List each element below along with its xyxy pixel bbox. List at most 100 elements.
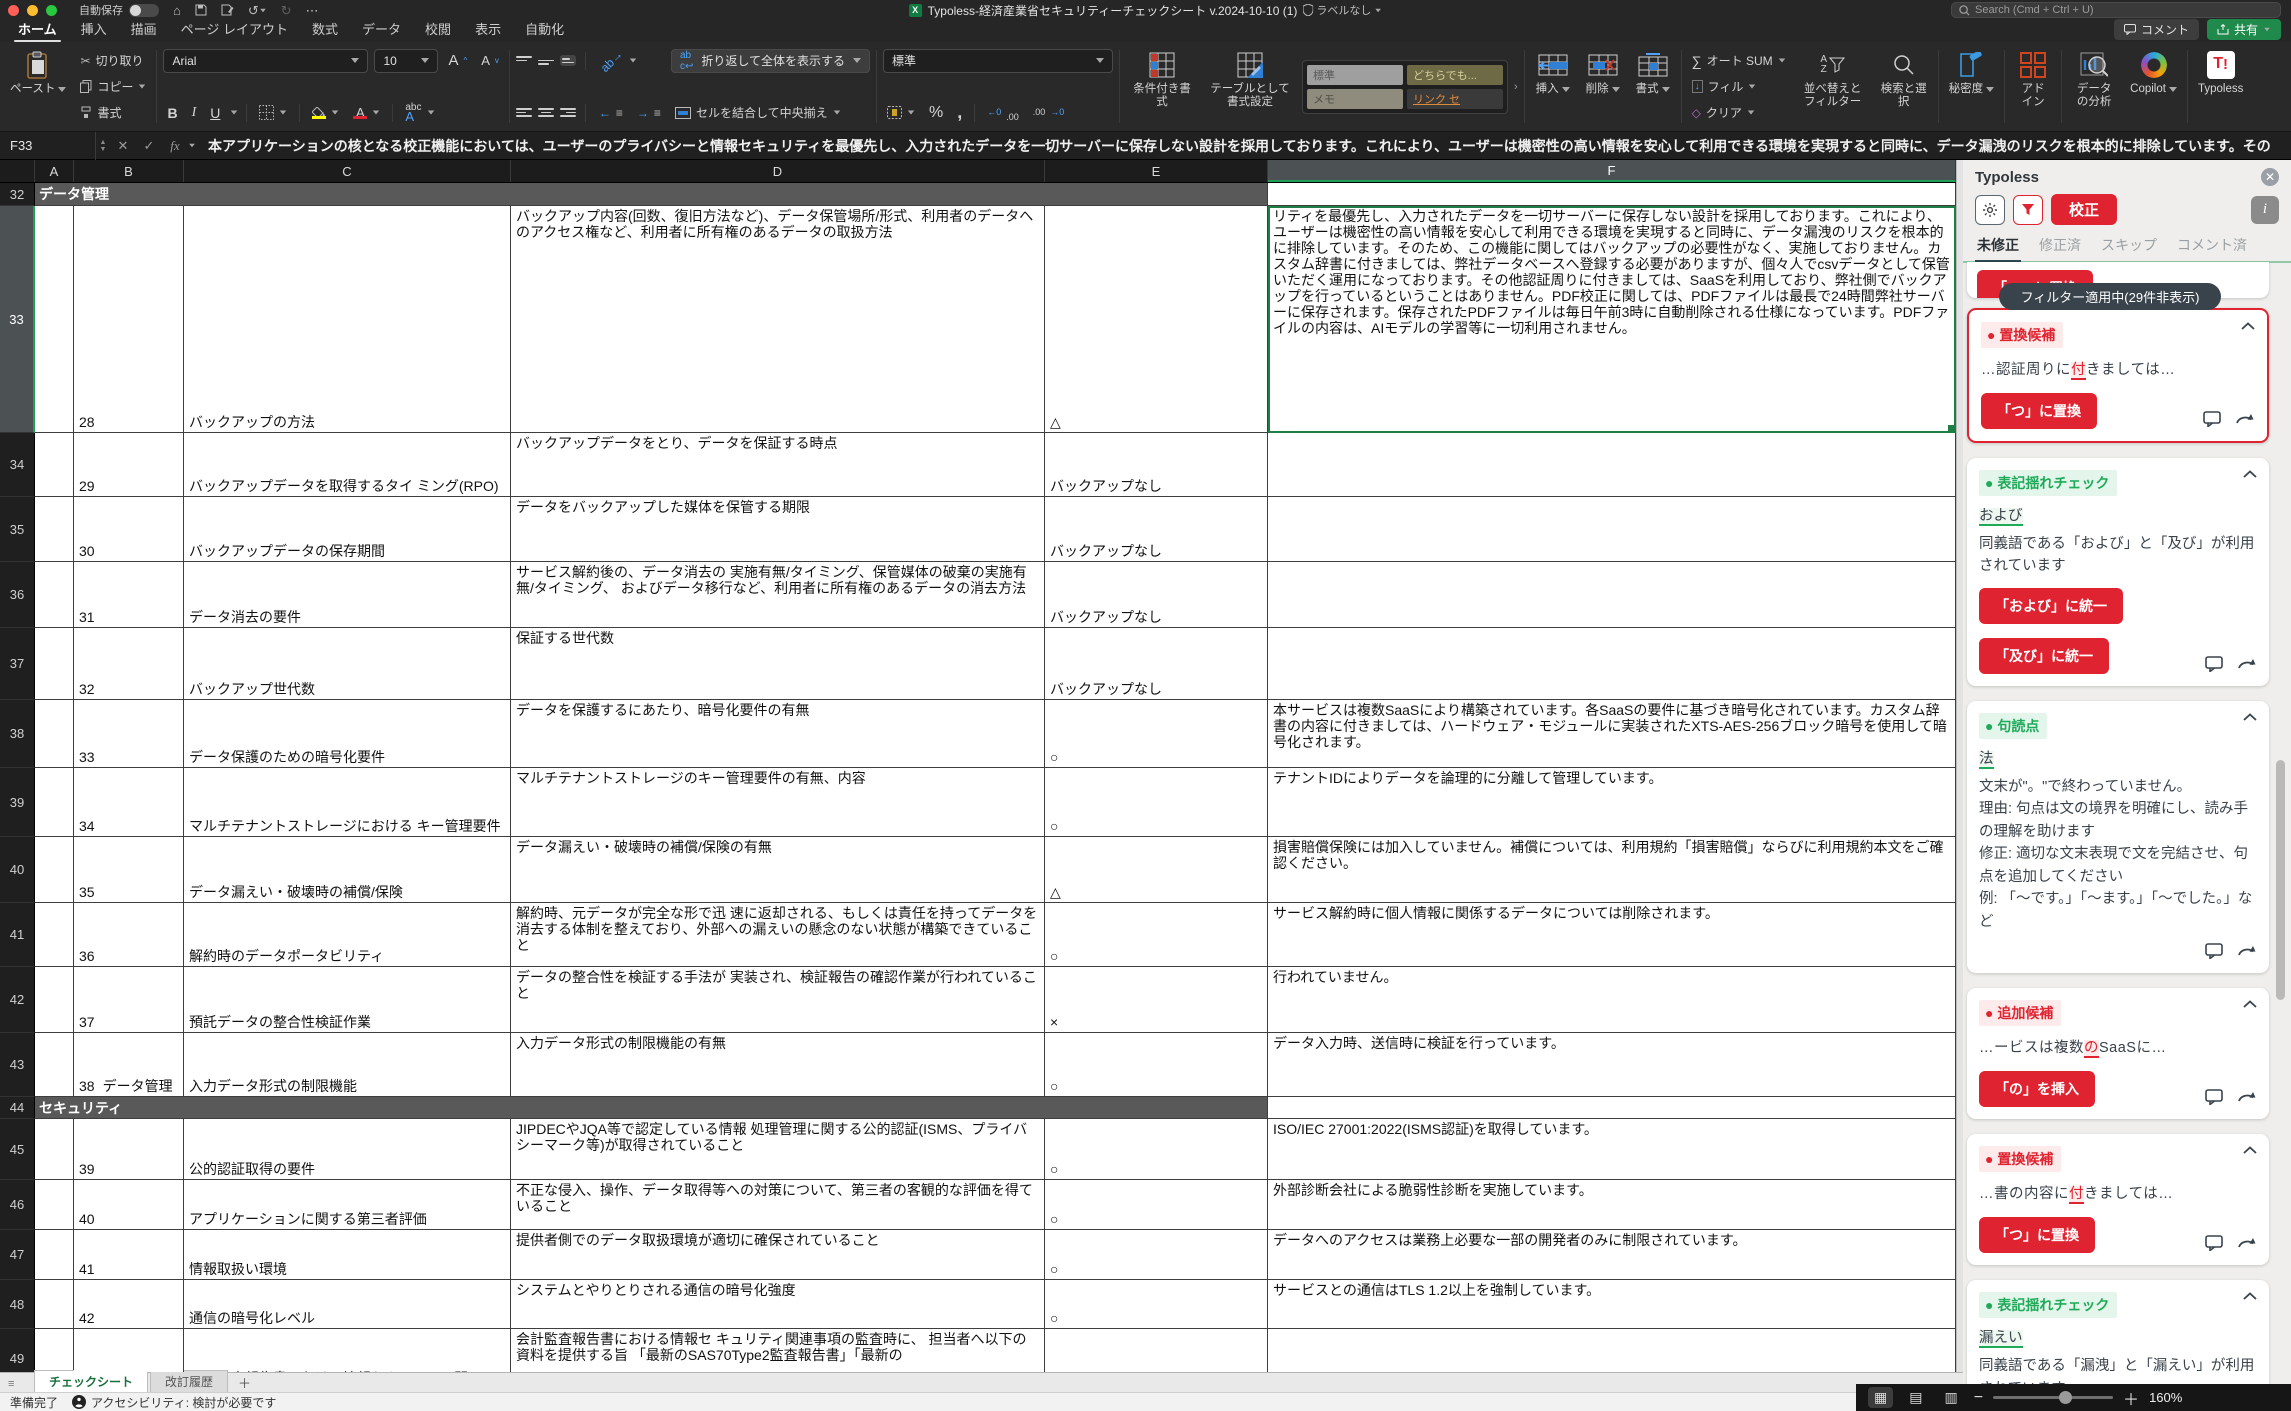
cell-D39[interactable]: マルチテナントストレージのキー管理要件の有無、内容: [511, 768, 1045, 837]
borders-button[interactable]: [255, 102, 291, 124]
accessibility-status[interactable]: アクセシビリティ: 検討が必要です: [72, 1394, 276, 1411]
row-header-46[interactable]: 46: [0, 1180, 35, 1230]
cell-F43[interactable]: データ入力時、送信時に検証を行っています。: [1268, 1033, 1956, 1097]
row-header-45[interactable]: 45: [0, 1119, 35, 1180]
fill-button[interactable]: ↓フィル: [1688, 76, 1790, 98]
cell-A48[interactable]: [35, 1280, 74, 1329]
typoless-card-6[interactable]: ● 表記揺れチェック漏えい同義語である「漏洩」と「漏えい」が利用されています「漏…: [1967, 1280, 2269, 1384]
comma-style-button[interactable]: ,: [953, 102, 966, 124]
cell-E40[interactable]: △: [1045, 837, 1268, 903]
cell-F34[interactable]: [1268, 433, 1956, 497]
font-size-select[interactable]: 10: [374, 49, 438, 73]
typoless-card-1[interactable]: ● 置換候補…認証周りに付きましては…「つ」に置換: [1967, 308, 2269, 443]
cell-C36[interactable]: データ消去の要件: [184, 562, 511, 628]
addins-button[interactable]: アドイン: [2011, 48, 2055, 126]
cell-C42[interactable]: 預託データの整合性検証作業: [184, 967, 511, 1033]
cell-E38[interactable]: ○: [1045, 700, 1268, 768]
cell-B33[interactable]: 28: [74, 206, 184, 433]
cell-F47[interactable]: データへのアクセスは業務上必要な一部の開発者のみに制限されています。: [1268, 1230, 1956, 1280]
typoless-tab-コメント済[interactable]: コメント済: [2177, 235, 2247, 261]
cell-C48[interactable]: 通信の暗号化レベル: [184, 1280, 511, 1329]
format-painter-button[interactable]: 書式: [76, 102, 150, 124]
conditional-formatting-button[interactable]: 条件付き書式: [1126, 48, 1198, 126]
cell-E35[interactable]: バックアップなし: [1045, 497, 1268, 562]
ribbon-tab-数式[interactable]: 数式: [300, 16, 350, 42]
fill-color-button[interactable]: [308, 102, 343, 124]
cell-C33[interactable]: バックアップの方法: [184, 206, 511, 433]
cell-B45[interactable]: 39: [74, 1119, 184, 1180]
panel-scrollbar[interactable]: [2276, 760, 2285, 1000]
comment-icon[interactable]: [2205, 943, 2223, 959]
row-header-41[interactable]: 41: [0, 903, 35, 967]
sensitivity-label-badge[interactable]: ラベルなし: [1303, 2, 1382, 18]
search-input[interactable]: Search (Cmd + Ctrl + U): [1951, 2, 2281, 18]
page-layout-view-icon[interactable]: ▤: [1903, 1387, 1928, 1408]
ribbon-tab-描画[interactable]: 描画: [119, 16, 169, 42]
cell-style-linked[interactable]: リンク セ: [1407, 89, 1503, 109]
name-box-stepper[interactable]: ▲▼: [96, 139, 110, 153]
cell-D46[interactable]: 不正な侵入、操作、データ取得等への対策について、第三者の客観的な評価を得ているこ…: [511, 1180, 1045, 1230]
row-header-35[interactable]: 35: [0, 497, 35, 562]
col-header-D[interactable]: D: [511, 160, 1045, 182]
ribbon-tab-ページ レイアウト[interactable]: ページ レイアウト: [169, 16, 300, 42]
row-header-33[interactable]: 33: [0, 206, 35, 433]
cell-D43[interactable]: 入力データ形式の制限機能の有無: [511, 1033, 1045, 1097]
cell-A45[interactable]: [35, 1119, 74, 1180]
clear-button[interactable]: ◇クリア: [1688, 102, 1790, 124]
row-header-44[interactable]: 44: [0, 1097, 35, 1119]
row-header-42[interactable]: 42: [0, 967, 35, 1033]
autosum-button[interactable]: ∑オート SUM: [1688, 50, 1790, 72]
ribbon-tab-挿入[interactable]: 挿入: [69, 16, 119, 42]
normal-view-icon[interactable]: ▦: [1868, 1387, 1893, 1408]
row-header-49[interactable]: 49: [0, 1329, 35, 1372]
comment-icon[interactable]: [2205, 656, 2223, 672]
increase-font-icon[interactable]: A^: [444, 50, 471, 72]
cell-E49[interactable]: [1045, 1329, 1268, 1372]
typoless-card-3[interactable]: ● 句読点法文末が"。"で終わっていません。理由: 句点は文の境界を明確にし、読…: [1967, 701, 2269, 973]
bold-button[interactable]: B: [163, 102, 181, 124]
save-as-icon[interactable]: [221, 4, 234, 16]
zoom-window-icon[interactable]: [46, 5, 57, 16]
collapse-chevron-icon[interactable]: [2243, 713, 2257, 721]
suggestion-action-button[interactable]: 「及び」に統一: [1979, 638, 2109, 674]
cell-D34[interactable]: バックアップデータをとり、データを保証する時点: [511, 433, 1045, 497]
typoless-ribbon-button[interactable]: T! Typoless: [2194, 48, 2247, 126]
cell-E37[interactable]: バックアップなし: [1045, 628, 1268, 700]
row-header-36[interactable]: 36: [0, 562, 35, 628]
delete-cells-button[interactable]: 削除: [1581, 48, 1625, 126]
cell-D33[interactable]: バックアップ内容(回数、復旧方法など)、データ保管場所/形式、利用者のデータへの…: [511, 206, 1045, 433]
sheet-tab-改訂履歴[interactable]: 改訂履歴: [150, 1370, 228, 1392]
cell-F49[interactable]: [1268, 1329, 1956, 1372]
cell-B38[interactable]: 33: [74, 700, 184, 768]
cell-style-note[interactable]: メモ: [1307, 89, 1403, 109]
orientation-button[interactable]: ab→: [595, 50, 641, 72]
cell-D48[interactable]: システムとやりとりされる通信の暗号化強度: [511, 1280, 1045, 1329]
typoless-filter-button[interactable]: [2013, 195, 2043, 225]
cell-E46[interactable]: ○: [1045, 1180, 1268, 1230]
cell-F32[interactable]: [1268, 183, 1956, 206]
row-header-34[interactable]: 34: [0, 433, 35, 497]
cell-D45[interactable]: JIPDECやJQA等で認定している情報 処理管理に関する公的認証(ISMS、プ…: [511, 1119, 1045, 1180]
align-bottom-icon[interactable]: [560, 55, 576, 66]
cell-A49[interactable]: [35, 1329, 74, 1372]
decrease-font-icon[interactable]: Av: [477, 50, 503, 72]
zoom-slider[interactable]: [1993, 1396, 2113, 1399]
cell-F33-selected[interactable]: リティを最優先し、入力されたデータを一切サーバーに保存しない設計を採用しておりま…: [1268, 206, 1956, 433]
cell-B35[interactable]: 30: [74, 497, 184, 562]
cell-A33[interactable]: [35, 206, 74, 433]
cell-F35[interactable]: [1268, 497, 1956, 562]
col-header-F[interactable]: F: [1268, 160, 1956, 182]
cell-D36[interactable]: サービス解約後の、データ消去の 実施有無/タイミング、保管媒体の破棄の実施有無/…: [511, 562, 1045, 628]
cut-button[interactable]: ✂切り取り: [76, 50, 150, 72]
cell-C37[interactable]: バックアップ世代数: [184, 628, 511, 700]
number-format-select[interactable]: 標準: [883, 49, 1113, 73]
suggestion-action-button[interactable]: 「および」に統一: [1979, 588, 2123, 624]
row-header-38[interactable]: 38: [0, 700, 35, 768]
percent-style-button[interactable]: %: [925, 102, 947, 124]
cell-E47[interactable]: ○: [1045, 1230, 1268, 1280]
more-commands-icon[interactable]: ⋯: [306, 4, 319, 17]
align-left-icon[interactable]: [516, 108, 532, 117]
cell-C46[interactable]: アプリケーションに関する第三者評価: [184, 1180, 511, 1230]
comment-icon[interactable]: [2203, 411, 2221, 427]
align-right-icon[interactable]: [560, 108, 576, 117]
